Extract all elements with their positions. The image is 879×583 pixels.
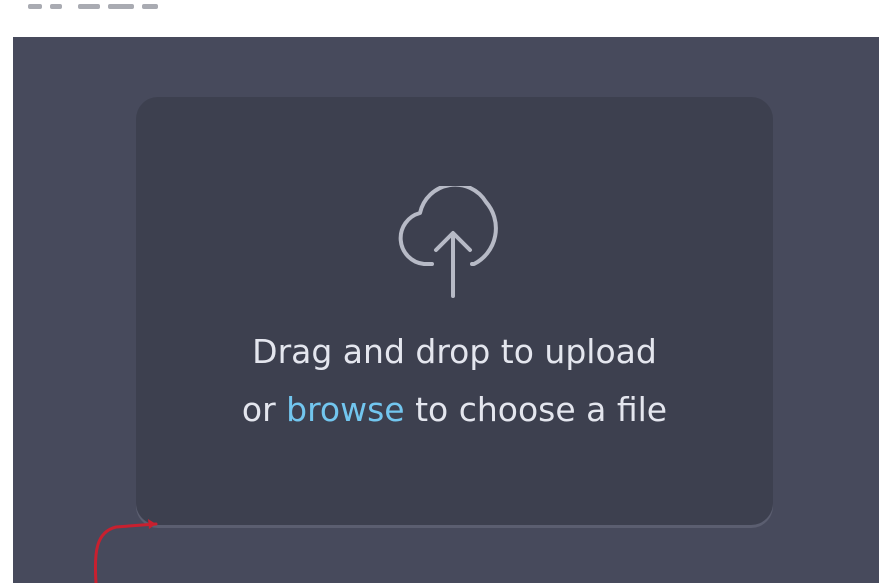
- browse-prefix-text: or: [241, 390, 287, 429]
- heading-fragment: [108, 4, 134, 9]
- heading-fragment: [50, 4, 62, 9]
- heading-fragment: [78, 4, 100, 9]
- browse-link[interactable]: browse: [286, 390, 404, 429]
- heading-fragment: [28, 4, 42, 9]
- dropzone-browse-line: or browse to choose a file: [136, 388, 773, 432]
- dropzone-instruction: Drag and drop to upload: [252, 332, 657, 371]
- screenshot-canvas: Drag and drop to upload or browse to cho…: [0, 0, 879, 583]
- cloud-upload-icon: [398, 186, 498, 298]
- heading-fragment: [142, 4, 158, 9]
- browse-suffix-text: to choose a file: [404, 390, 668, 429]
- annotation-arrow: [93, 519, 158, 583]
- cropped-heading-fragment: [28, 0, 168, 16]
- file-dropzone[interactable]: [136, 97, 773, 525]
